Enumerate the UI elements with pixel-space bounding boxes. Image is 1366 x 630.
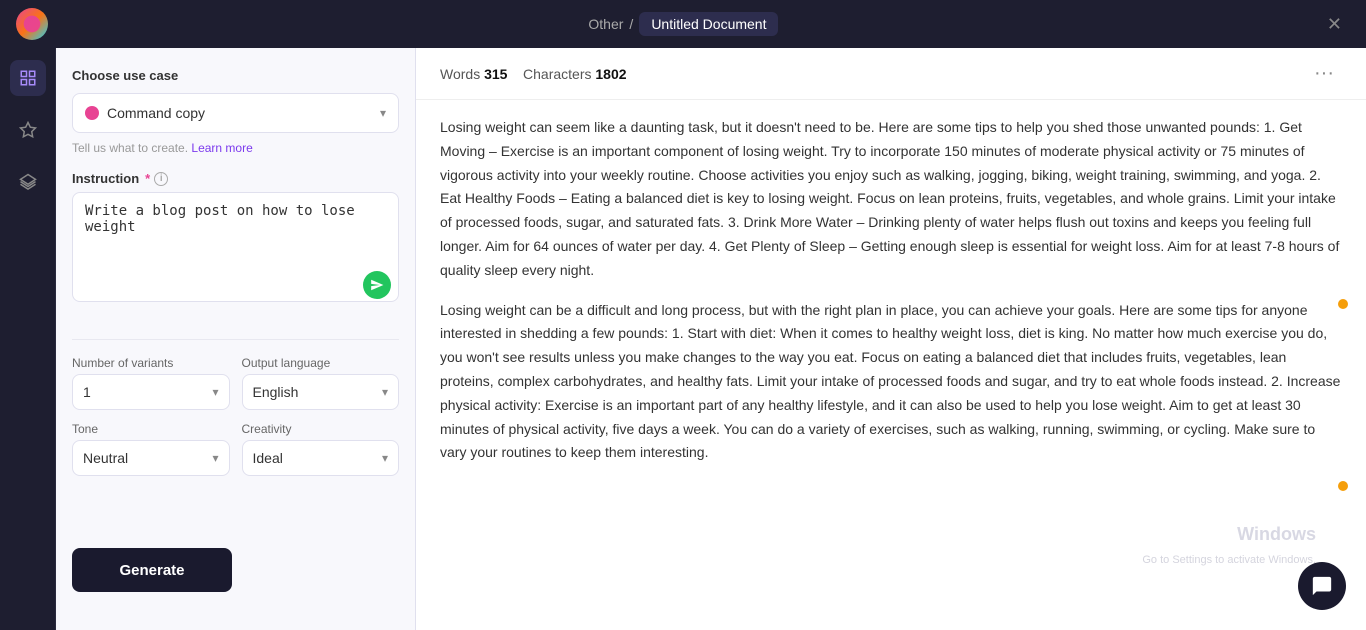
- close-button[interactable]: ✕: [1319, 10, 1350, 39]
- sidebar-icon-star[interactable]: [10, 112, 46, 148]
- words-label: Words: [440, 66, 480, 82]
- breadcrumb-separator: /: [629, 16, 633, 32]
- dot-indicator-1: [1338, 299, 1348, 309]
- characters-count: 1802: [595, 66, 626, 82]
- tone-creativity-row: Tone Neutral ▾ Creativity Ideal ▾: [72, 422, 399, 476]
- activate-text: Go to Settings to activate Windows.: [1142, 551, 1316, 570]
- use-case-dot: [85, 106, 99, 120]
- variants-field: Number of variants 1 ▾: [72, 356, 230, 410]
- creativity-label: Creativity: [242, 422, 400, 436]
- learn-more-link[interactable]: Learn more: [191, 141, 252, 155]
- tone-field: Tone Neutral ▾: [72, 422, 230, 476]
- content-body[interactable]: Losing weight can seem like a daunting t…: [416, 100, 1366, 630]
- right-panel: Words 315 Characters 1802 ··· Losing wei…: [416, 48, 1366, 630]
- output-language-field: Output language English ▾: [242, 356, 400, 410]
- info-icon: i: [154, 172, 168, 186]
- use-case-value: Command copy: [107, 105, 205, 121]
- app-logo: [16, 8, 48, 40]
- sidebar-icon-layers[interactable]: [10, 164, 46, 200]
- variants-dropdown[interactable]: 1 ▾: [72, 374, 230, 410]
- sidebar-icon-grid[interactable]: [10, 60, 46, 96]
- variants-value: 1: [83, 384, 91, 400]
- instruction-input[interactable]: Write a blog post on how to lose weight: [72, 192, 399, 302]
- characters-label: Characters: [523, 66, 591, 82]
- content-header: Words 315 Characters 1802 ···: [416, 48, 1366, 100]
- generate-button[interactable]: Generate: [72, 548, 232, 592]
- chevron-down-icon: ▾: [212, 385, 218, 399]
- use-case-dropdown[interactable]: Command copy ▾: [72, 93, 399, 133]
- output-language-value: English: [253, 384, 299, 400]
- word-character-count: Words 315 Characters 1802: [440, 66, 627, 82]
- chevron-down-icon: ▾: [380, 106, 386, 120]
- send-button[interactable]: [363, 271, 391, 299]
- variants-label: Number of variants: [72, 356, 230, 370]
- textarea-wrapper: Write a blog post on how to lose weight: [72, 192, 399, 307]
- output-language-dropdown[interactable]: English ▾: [242, 374, 400, 410]
- creativity-dropdown[interactable]: Ideal ▾: [242, 440, 400, 476]
- variants-language-row: Number of variants 1 ▾ Output language E…: [72, 356, 399, 410]
- words-count: 315: [484, 66, 507, 82]
- chevron-down-icon: ▾: [212, 451, 218, 465]
- watermark: Windows: [1237, 519, 1316, 550]
- dot-indicator-2: [1338, 481, 1348, 491]
- content-paragraph-2: Losing weight can be a difficult and lon…: [440, 299, 1342, 466]
- topbar-left: [16, 8, 48, 40]
- chat-bubble[interactable]: [1298, 562, 1346, 610]
- main-layout: Choose use case Command copy ▾ Tell us w…: [0, 48, 1366, 630]
- topbar: Other / Untitled Document ✕: [0, 0, 1366, 48]
- tone-dropdown[interactable]: Neutral ▾: [72, 440, 230, 476]
- output-language-label: Output language: [242, 356, 400, 370]
- tone-label: Tone: [72, 422, 230, 436]
- creativity-field: Creativity Ideal ▾: [242, 422, 400, 476]
- required-star: *: [145, 171, 150, 186]
- helper-text: Tell us what to create. Learn more: [72, 141, 399, 155]
- doc-title: Untitled Document: [639, 12, 778, 36]
- icon-sidebar: [0, 48, 56, 630]
- divider: [72, 339, 399, 340]
- dot-wrapper-2: [440, 481, 1342, 491]
- left-panel: Choose use case Command copy ▾ Tell us w…: [56, 48, 416, 630]
- topbar-center: Other / Untitled Document: [588, 12, 778, 36]
- choose-use-case-label: Choose use case: [72, 68, 399, 83]
- breadcrumb-prefix: Other: [588, 16, 623, 32]
- more-options-button[interactable]: ···: [1306, 58, 1342, 89]
- use-case-left: Command copy: [85, 105, 205, 121]
- creativity-value: Ideal: [253, 450, 283, 466]
- content-paragraph-1: Losing weight can seem like a daunting t…: [440, 116, 1342, 283]
- chevron-down-icon: ▾: [382, 451, 388, 465]
- instruction-label: Instruction * i: [72, 171, 399, 186]
- tone-value: Neutral: [83, 450, 128, 466]
- chevron-down-icon: ▾: [382, 385, 388, 399]
